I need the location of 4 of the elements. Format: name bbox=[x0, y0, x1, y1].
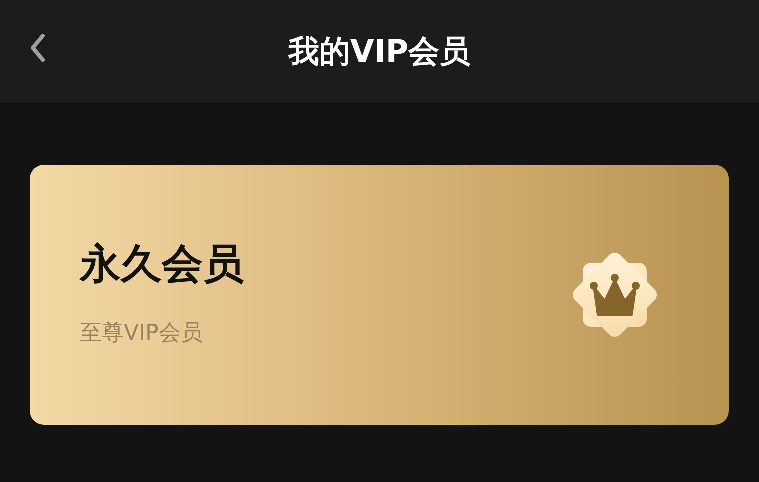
page-title: 我的VIP会员 bbox=[288, 32, 471, 72]
membership-subtitle: 至尊VIP会员 bbox=[80, 320, 204, 348]
membership-title: 永久会员 bbox=[80, 238, 244, 290]
back-icon[interactable] bbox=[30, 34, 46, 62]
